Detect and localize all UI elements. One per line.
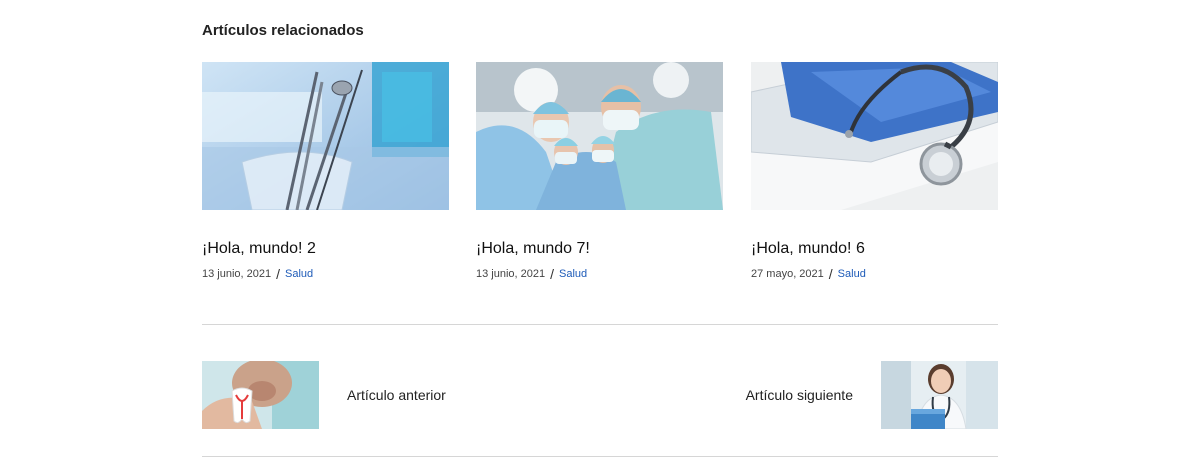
previous-post-label: Artículo anterior <box>347 387 446 403</box>
meta-separator: / <box>550 266 555 282</box>
post-date: 13 junio, 2021 <box>202 268 272 280</box>
next-post-label: Artículo siguiente <box>745 387 853 403</box>
related-post-card: ¡Hola, mundo 7! 13 junio, 2021 / Salud <box>476 62 723 282</box>
post-meta: 13 junio, 2021 / Salud <box>202 266 449 282</box>
previous-post-link[interactable]: Artículo anterior <box>202 361 446 429</box>
next-post-thumbnail <box>881 361 998 429</box>
post-category-link[interactable]: Salud <box>838 268 866 280</box>
post-date: 13 junio, 2021 <box>476 268 546 280</box>
post-thumbnail-surgeons[interactable] <box>476 62 723 210</box>
post-date: 27 mayo, 2021 <box>751 268 824 280</box>
post-meta: 13 junio, 2021 / Salud <box>476 266 723 282</box>
previous-post-thumbnail <box>202 361 319 429</box>
meta-separator: / <box>276 266 281 282</box>
related-post-card: ¡Hola, mundo! 6 27 mayo, 2021 / Salud <box>751 62 998 282</box>
post-title-link[interactable]: ¡Hola, mundo! 2 <box>202 240 449 258</box>
post-category-link[interactable]: Salud <box>285 268 313 280</box>
post-thumbnail-dental-instruments[interactable] <box>202 62 449 210</box>
post-thumbnail-stethoscope[interactable] <box>751 62 998 210</box>
section-divider <box>202 324 998 325</box>
related-post-card: ¡Hola, mundo! 2 13 junio, 2021 / Salud <box>202 62 449 282</box>
section-divider <box>202 456 998 457</box>
post-meta: 27 mayo, 2021 / Salud <box>751 266 998 282</box>
post-title-link[interactable]: ¡Hola, mundo! 6 <box>751 240 998 258</box>
related-articles-heading: Artículos relacionados <box>202 22 364 39</box>
post-title-link[interactable]: ¡Hola, mundo 7! <box>476 240 723 258</box>
next-post-link[interactable]: Artículo siguiente <box>746 361 998 429</box>
post-category-link[interactable]: Salud <box>559 268 587 280</box>
meta-separator: / <box>828 266 833 282</box>
